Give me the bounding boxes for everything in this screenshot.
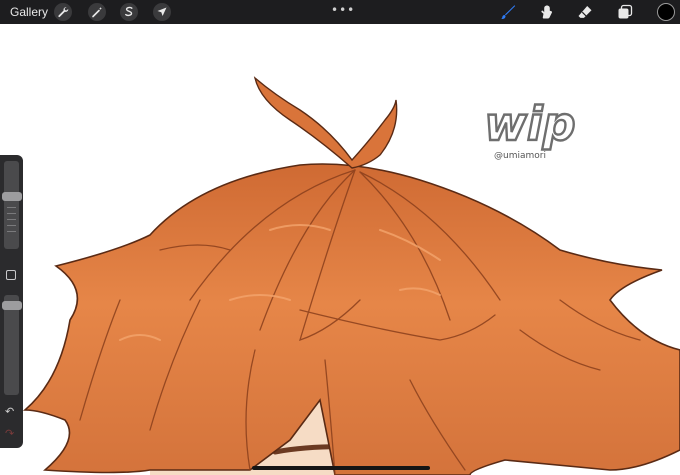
eyedropper-button[interactable] bbox=[6, 270, 16, 280]
brush-size-slider[interactable] bbox=[4, 161, 19, 249]
top-toolbar: Gallery ••• bbox=[0, 0, 680, 24]
brush-size-knob[interactable] bbox=[2, 192, 22, 201]
opacity-slider[interactable] bbox=[4, 295, 19, 395]
slider-tick bbox=[7, 231, 16, 232]
opacity-knob[interactable] bbox=[2, 301, 22, 310]
drawing-canvas[interactable]: wip @umiamori bbox=[0, 24, 680, 475]
color-picker-button[interactable] bbox=[657, 3, 675, 21]
home-indicator bbox=[252, 466, 430, 470]
watermark-handle: @umiamori bbox=[494, 151, 546, 161]
hair-ahoge bbox=[253, 76, 398, 169]
magic-wand-icon[interactable] bbox=[88, 3, 106, 21]
slider-tick bbox=[7, 219, 16, 220]
smudge-icon[interactable] bbox=[537, 3, 555, 21]
wrench-icon[interactable] bbox=[54, 3, 72, 21]
hair-mass bbox=[22, 163, 680, 475]
brush-icon[interactable] bbox=[499, 3, 517, 21]
slider-tick bbox=[7, 213, 16, 214]
layers-icon[interactable] bbox=[616, 3, 634, 21]
gallery-button[interactable]: Gallery bbox=[10, 5, 48, 19]
selection-icon[interactable] bbox=[120, 3, 138, 21]
more-options-icon[interactable]: ••• bbox=[331, 3, 355, 17]
transform-arrow-icon[interactable] bbox=[153, 3, 171, 21]
left-sidebar: ↶ ↷ bbox=[0, 155, 23, 448]
watermark-title: wip bbox=[484, 97, 575, 151]
redo-icon[interactable]: ↷ bbox=[5, 427, 14, 440]
watermark-logo: wip @umiamori bbox=[483, 96, 577, 161]
undo-icon[interactable]: ↶ bbox=[5, 405, 14, 418]
slider-tick bbox=[7, 225, 16, 226]
eraser-icon[interactable] bbox=[576, 3, 594, 21]
slider-tick bbox=[7, 207, 16, 208]
